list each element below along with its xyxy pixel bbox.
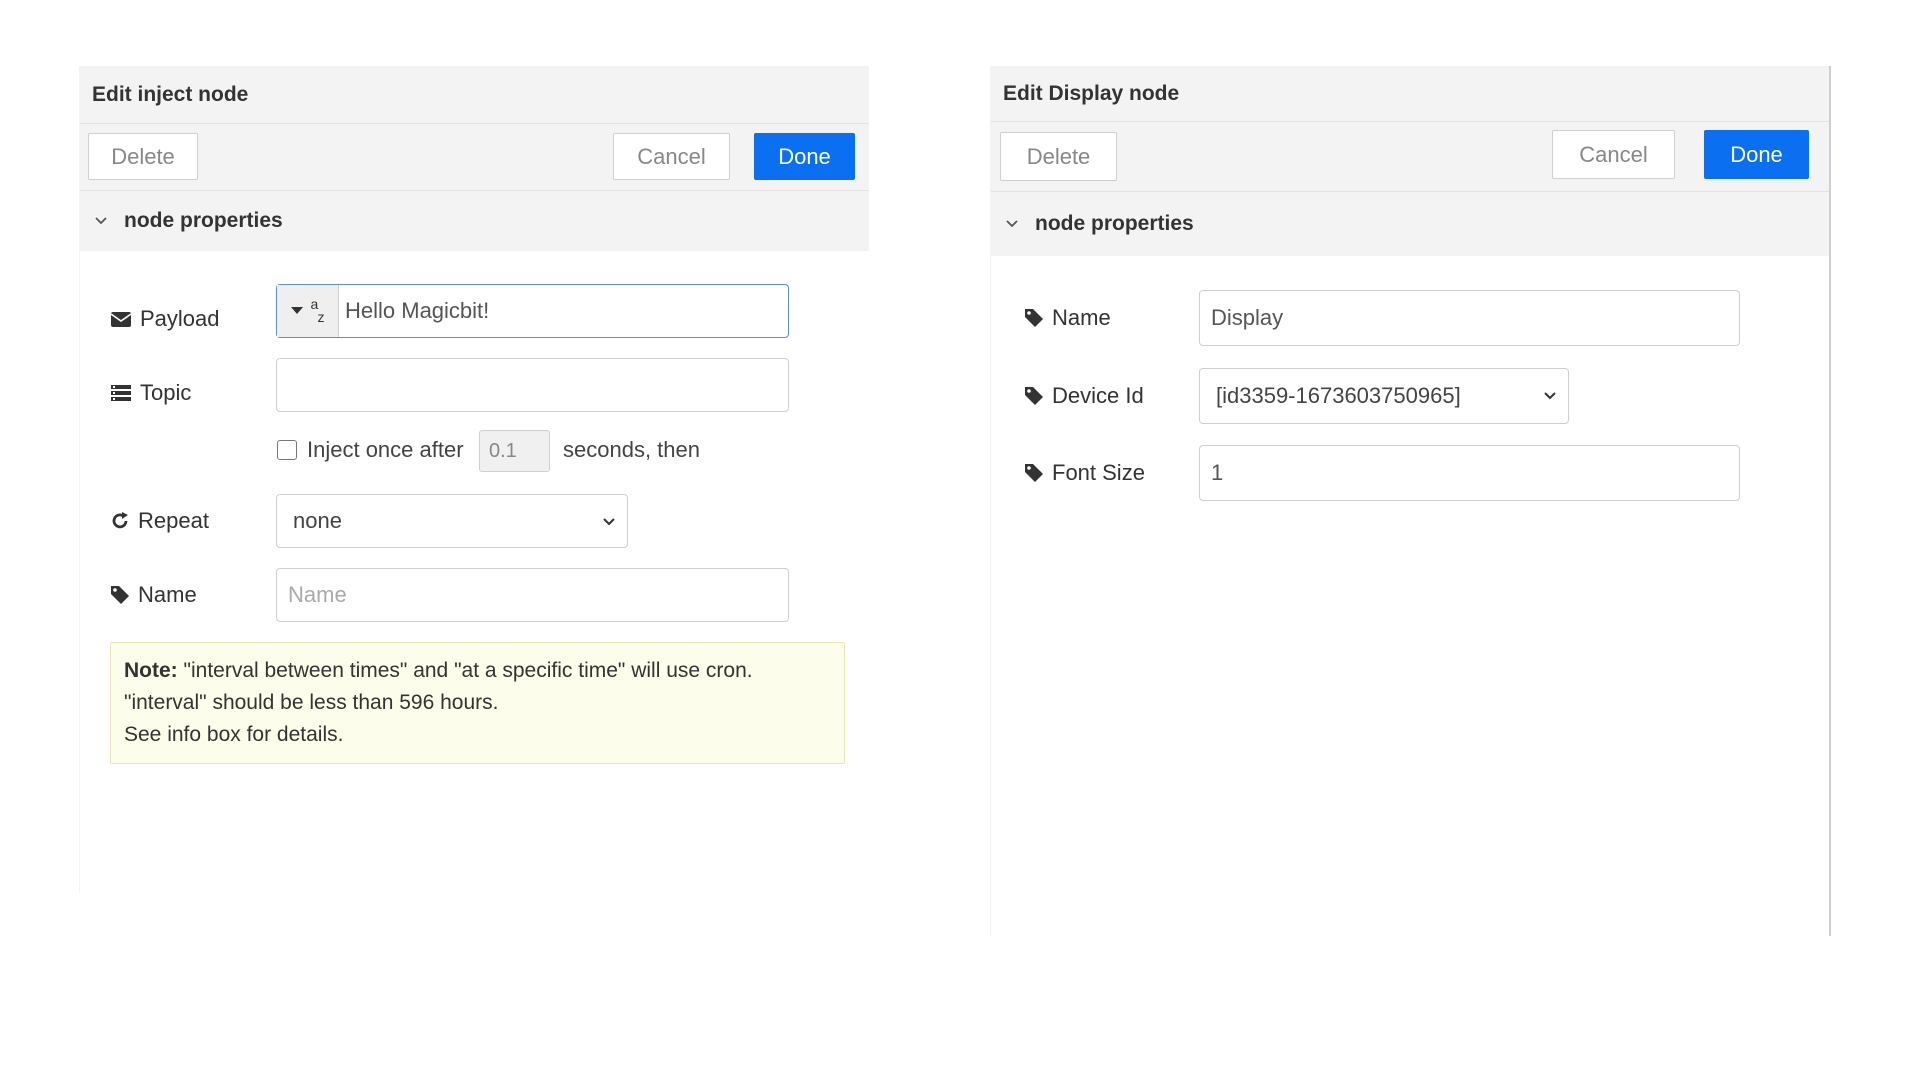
display-section-label: node properties [1035, 212, 1194, 235]
cron-note: Note: "interval between times" and "at a… [110, 642, 845, 764]
display-dialog-toolbar: Delete Cancel Done [991, 122, 1829, 192]
display-name-input[interactable]: Display [1199, 290, 1740, 346]
edit-inject-node-panel: Edit inject node Delete Cancel Done node… [79, 66, 869, 892]
device-id-label: Device Id [1024, 368, 1144, 424]
topic-input[interactable] [276, 358, 789, 412]
tag-icon [111, 586, 129, 604]
refresh-icon [112, 512, 128, 529]
chevron-down-icon [1006, 220, 1018, 228]
display-delete-button[interactable]: Delete [1000, 132, 1117, 181]
note-line-1: "interval between times" and "at a speci… [183, 659, 753, 682]
display-name-label: Name [1024, 290, 1111, 346]
inject-name-label: Name [110, 568, 197, 622]
inject-dialog-toolbar: Delete Cancel Done [80, 124, 869, 191]
inject-cancel-button[interactable]: Cancel [613, 133, 730, 180]
device-id-select[interactable]: [id3359-1673603750965] [1199, 368, 1569, 424]
display-dialog-title: Edit Display node [991, 66, 1829, 122]
display-done-button[interactable]: Done [1704, 130, 1809, 179]
display-node-properties-toggle[interactable]: node properties [991, 192, 1829, 256]
note-line-3: See info box for details. [124, 723, 344, 746]
payload-label: Payload [110, 292, 220, 346]
inject-node-properties-toggle[interactable]: node properties [80, 191, 869, 251]
chevron-down-icon [1544, 392, 1556, 400]
topic-label: Topic [110, 366, 191, 420]
envelope-icon [110, 312, 132, 327]
inject-once-label: Inject once after [307, 437, 464, 462]
edit-display-node-panel: Edit Display node Delete Cancel Done nod… [990, 66, 1831, 936]
seconds-then-label: seconds, then [563, 437, 700, 462]
repeat-label: Repeat [110, 494, 209, 548]
inject-dialog-title: Edit inject node [80, 66, 869, 124]
note-bold: Note: [124, 659, 178, 682]
inject-name-input[interactable]: Name [276, 568, 789, 622]
list-icon [111, 385, 131, 401]
inject-name-placeholder: Name [288, 582, 347, 607]
font-size-label: Font Size [1024, 445, 1145, 501]
inject-once-checkbox[interactable] [277, 440, 297, 460]
tag-icon [1025, 387, 1043, 405]
tag-icon [1025, 309, 1043, 327]
payload-value[interactable]: Hello Magicbit! [339, 285, 489, 337]
payload-input[interactable]: a z Hello Magicbit! [276, 284, 789, 338]
inject-done-button[interactable]: Done [754, 133, 855, 180]
chevron-down-icon [603, 518, 615, 526]
font-size-input[interactable]: 1 [1199, 445, 1740, 501]
string-type-icon: a z [310, 296, 325, 325]
note-line-2: "interval" should be less than 596 hours… [124, 691, 499, 714]
inject-delete-button[interactable]: Delete [88, 133, 198, 180]
repeat-select[interactable]: none [276, 494, 628, 548]
inject-section-label: node properties [124, 209, 283, 232]
payload-type-selector[interactable]: a z [277, 285, 339, 337]
chevron-down-icon [95, 217, 107, 225]
caret-down-icon [290, 307, 303, 314]
inject-once-seconds-input[interactable]: 0.1 [479, 430, 550, 472]
display-cancel-button[interactable]: Cancel [1552, 130, 1675, 179]
tag-icon [1025, 464, 1043, 482]
